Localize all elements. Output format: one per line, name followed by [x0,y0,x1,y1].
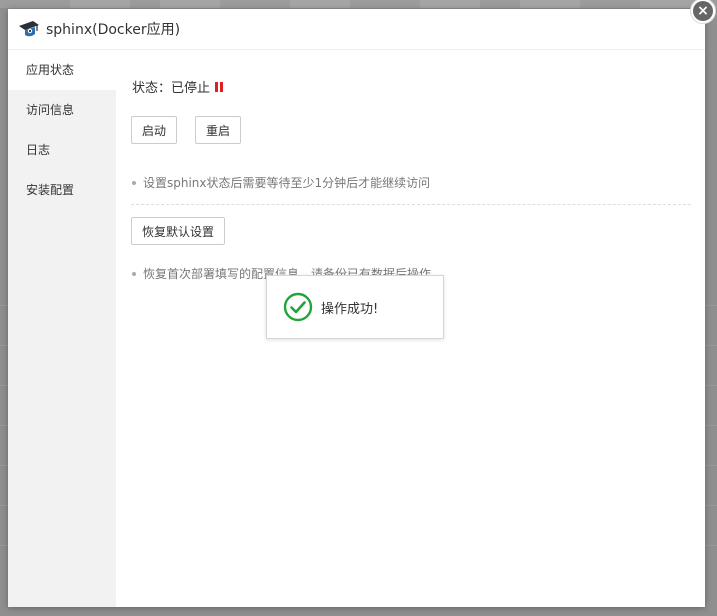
background-page-header [0,0,717,8]
dialog-titlebar: sphinx(Docker应用) [8,9,705,50]
bullet-dot [132,271,136,276]
section-divider [131,204,691,205]
toast-message: 操作成功! [321,301,379,317]
wait-tip: 设置sphinx状态后需要等待至少1分钟后才能继续访问 [132,174,430,191]
sidebar-item-app-status[interactable]: 应用状态 [8,50,116,90]
restart-button[interactable]: 重启 [195,116,242,144]
stopped-icon [215,81,224,92]
status-text: 状态：已停止 [132,81,211,96]
dialog-sidebar: 应用状态 访问信息 日志 安装配置 [8,50,116,607]
sphinx-logo-icon [19,21,39,37]
sidebar-item-access-info[interactable]: 访问信息 [8,90,116,130]
sidebar-item-install-config[interactable]: 安装配置 [8,170,116,210]
dialog-title: sphinx(Docker应用) [46,22,181,38]
check-circle-icon [283,292,313,322]
wait-tip-text: 设置sphinx状态后需要等待至少1分钟后才能继续访问 [143,176,431,190]
close-icon: × [693,1,713,21]
start-button[interactable]: 启动 [131,116,178,144]
success-toast: 操作成功! [266,275,444,339]
bullet-dot [132,180,136,185]
restore-defaults-button[interactable]: 恢复默认设置 [131,217,226,245]
close-button[interactable]: × [690,0,716,24]
status-row: 状态：已停止 [132,77,224,96]
sidebar-item-logs[interactable]: 日志 [8,130,116,170]
